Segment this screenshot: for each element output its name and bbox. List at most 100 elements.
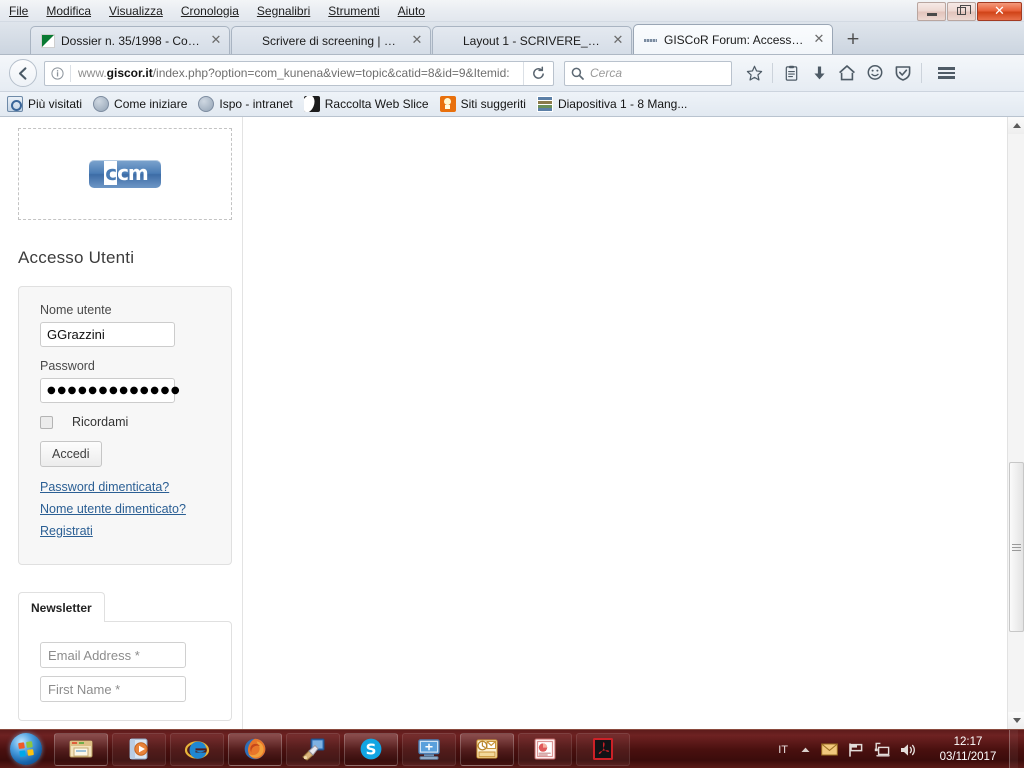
bookmark-label: Diapositiva 1 - 8 Mang... [557, 97, 688, 111]
ccm-logo[interactable]: ccm [89, 160, 161, 188]
new-tab-button[interactable]: + [840, 27, 866, 53]
tab-layout-1[interactable]: Layout 1 - SCRIVERE_DI_SCREE... ✕ [432, 26, 632, 54]
restore-button[interactable] [947, 1, 976, 21]
tab-close-icon[interactable]: ✕ [611, 34, 625, 48]
password-input[interactable]: ●●●●●●●●●●●●● [40, 378, 180, 403]
start-button[interactable] [2, 732, 50, 766]
home-icon [839, 65, 855, 81]
bookmark-ispo-intranet[interactable]: Ispo - intranet [198, 96, 293, 112]
search-bar[interactable]: Cerca [564, 60, 732, 86]
tab-close-icon[interactable]: ✕ [410, 34, 424, 48]
green-document-icon [41, 33, 55, 48]
url-text[interactable]: www.giscor.it/index.php?option=com_kunen… [71, 66, 523, 80]
taskbar-clock[interactable]: 12:17 03/11/2017 [931, 735, 1005, 765]
username-input[interactable]: GGrazzini [40, 322, 175, 347]
clock-date: 03/11/2017 [939, 750, 997, 763]
forgot-username-link[interactable]: Nome utente dimenticato? [40, 502, 210, 516]
downloads-icon [813, 66, 825, 79]
tab-dossier[interactable]: Dossier n. 35/1998 - Come ... ✕ [30, 26, 230, 54]
volume-button[interactable] [900, 743, 917, 757]
menu-modifica[interactable]: Modifica [37, 1, 100, 21]
newsletter-firstname-input[interactable]: First Name * [40, 676, 186, 702]
scrollbar-thumb[interactable] [1009, 462, 1024, 632]
bookmark-come-iniziare[interactable]: Come iniziare [93, 96, 187, 112]
search-input[interactable]: Cerca [590, 66, 622, 80]
tab-giscor-forum[interactable]: GISCoR Forum: Accesso ne... ✕ [633, 24, 833, 54]
blank-icon [242, 34, 256, 48]
menu-cronologia-label: Cronologia [180, 3, 239, 18]
username-label: Nome utente [40, 303, 112, 317]
downloads-button[interactable] [805, 60, 833, 86]
taskbar-file-explorer[interactable] [54, 732, 108, 766]
bookmark-piu-visitati[interactable]: Più visitati [7, 96, 82, 112]
taskbar-paint[interactable] [286, 732, 340, 766]
show-desktop-button[interactable] [1009, 730, 1018, 768]
newsletter-body: Email Address * First Name * [18, 621, 232, 721]
mail-button[interactable] [821, 743, 838, 756]
reload-icon [533, 65, 544, 79]
home-button[interactable] [833, 60, 861, 86]
flag-icon [849, 742, 863, 757]
newsletter-email-placeholder: Email Address * [48, 647, 140, 663]
menu-strumenti[interactable]: Strumenti [319, 1, 388, 21]
shield-button[interactable] [889, 60, 917, 86]
username-value: GGrazzini [47, 327, 105, 342]
menu-cronologia[interactable]: Cronologia [172, 1, 248, 21]
close-icon: ✕ [994, 3, 1005, 19]
menu-hamburger-icon [937, 65, 955, 81]
menu-file[interactable]: File [0, 1, 37, 21]
scroll-up-button[interactable] [1008, 117, 1024, 134]
web-slice-icon [303, 96, 320, 112]
network-button[interactable] [874, 742, 890, 757]
close-button[interactable]: ✕ [977, 1, 1022, 21]
bookmark-siti-suggeriti[interactable]: Siti suggeriti [439, 96, 526, 112]
bookmark-diapositiva-1[interactable]: Diapositiva 1 - 8 Mang... [536, 96, 688, 112]
register-link[interactable]: Registrati [40, 524, 210, 538]
menu-aiuto-label: Aiuto [397, 3, 425, 18]
mail-icon [821, 743, 838, 756]
tab-close-icon[interactable]: ✕ [209, 34, 223, 48]
tab-close-icon[interactable]: ✕ [812, 33, 826, 47]
site-info-button[interactable] [45, 64, 71, 82]
newsletter-email-input[interactable]: Email Address * [40, 642, 186, 668]
bookmark-raccolta-web-slice[interactable]: Raccolta Web Slice [303, 96, 429, 112]
system-tray: IT 12:17 03/11/2017 [778, 730, 1024, 768]
menu-hamburger-button[interactable] [932, 60, 960, 86]
taskbar-internet-explorer[interactable] [170, 732, 224, 766]
stripes-icon [536, 96, 553, 112]
show-hidden-icons-button[interactable] [800, 745, 811, 755]
address-bar[interactable]: www.giscor.it/index.php?option=com_kunen… [44, 60, 554, 86]
scroll-down-button[interactable] [1008, 712, 1024, 729]
tab-scrivere-di-screening[interactable]: Scrivere di screening | Osservat... ✕ [231, 26, 431, 54]
remember-me-checkbox[interactable] [40, 415, 53, 429]
taskbar-outlook[interactable] [460, 732, 514, 766]
menu-visualizza[interactable]: Visualizza [100, 1, 172, 21]
toolbar-icons [740, 60, 960, 86]
tray-language-indicator[interactable]: IT [778, 744, 788, 756]
chat-button[interactable] [861, 60, 889, 86]
action-center-button[interactable] [848, 742, 864, 757]
taskbar-powerpoint[interactable] [518, 732, 572, 766]
ccm-logo-text: ccm [104, 161, 149, 185]
forgot-password-link[interactable]: Password dimenticata? [40, 480, 210, 494]
minimize-button[interactable] [917, 1, 946, 21]
back-button[interactable] [9, 59, 37, 87]
taskbar-firefox[interactable] [228, 732, 282, 766]
content-divider [242, 117, 243, 729]
menu-aiuto[interactable]: Aiuto [389, 1, 434, 21]
taskbar-remote-desktop[interactable] [402, 732, 456, 766]
bookmark-star-button[interactable] [740, 60, 768, 86]
password-label: Password [40, 359, 95, 373]
taskbar-adobe-reader[interactable] [576, 732, 630, 766]
page-scrollbar[interactable] [1007, 117, 1024, 729]
tab-newsletter[interactable]: Newsletter [18, 592, 105, 622]
reading-list-button[interactable] [777, 60, 805, 86]
network-icon [874, 742, 890, 757]
scrollbar-grip-icon [1012, 542, 1021, 553]
reload-button[interactable] [523, 61, 553, 85]
login-submit-button[interactable]: Accedi [40, 441, 102, 467]
password-value: ●●●●●●●●●●●●● [47, 385, 182, 396]
taskbar-media-player[interactable] [112, 732, 166, 766]
menu-segnalibri[interactable]: Segnalibri [248, 1, 319, 21]
taskbar-skype[interactable]: S [344, 732, 398, 766]
